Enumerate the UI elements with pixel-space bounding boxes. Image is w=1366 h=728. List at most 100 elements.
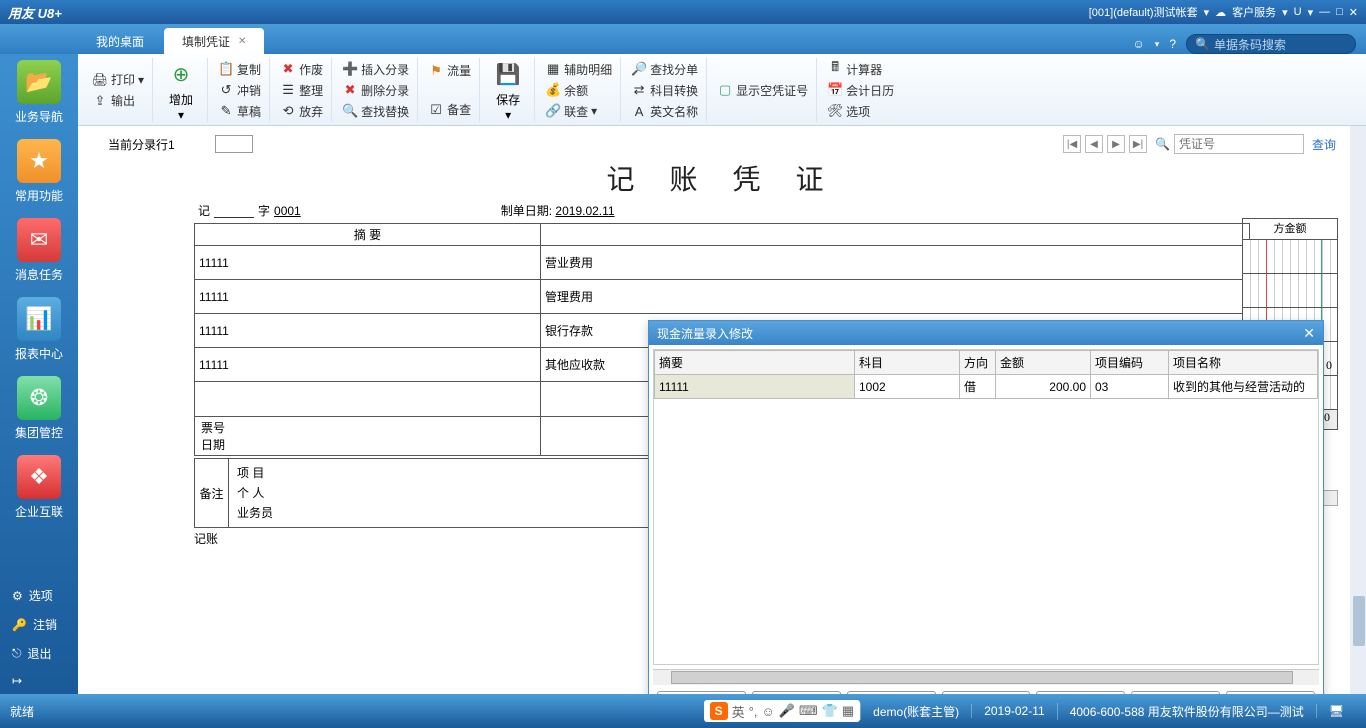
cell-pname[interactable]: 收到的其他与经营活动的	[1169, 375, 1318, 399]
find-replace-button[interactable]: 🔍查找替换	[338, 101, 413, 122]
barcode-search[interactable]: 🔍 单据条码搜索	[1186, 34, 1356, 54]
insert-row-button[interactable]: 插行	[942, 691, 1031, 694]
aux-detail-button[interactable]: ▦辅助明细	[541, 59, 616, 80]
title-bar: 用友 U8+ [001](default)测试帐套 ▾ ☁ 客户服务 ▾ U ▾…	[0, 0, 1366, 24]
maximize-icon[interactable]: □	[1336, 6, 1343, 18]
option-button[interactable]: 🛠选项	[823, 101, 898, 122]
ime-keyboard-icon[interactable]: ⌨	[799, 703, 818, 719]
left-sidebar: 📂业务导航 ★常用功能 ✉消息任务 📊报表中心 ❂集团管控 ❖企业互联 ⚙选项 …	[0, 54, 78, 694]
help-icon[interactable]: ?	[1169, 37, 1176, 51]
nav-enterprise[interactable]: ❖企业互联	[9, 455, 69, 520]
flow-button[interactable]: ⚑流量	[424, 60, 475, 81]
sidebar-collapse[interactable]: ↦	[0, 668, 78, 694]
th-project-name[interactable]: 项目名称	[1169, 351, 1318, 375]
entry-row[interactable]: 11111管理费用	[195, 280, 1249, 314]
sidebar-exit[interactable]: ⎋退出	[0, 639, 78, 668]
first-record-button[interactable]: |◀	[1063, 135, 1081, 153]
tab-close-icon[interactable]: ✕	[238, 36, 246, 47]
nav-business[interactable]: 📂业务导航	[9, 60, 69, 125]
th-summary[interactable]: 摘要	[655, 351, 855, 375]
ime-bar[interactable]: S 英 °, ☺ 🎤 ⌨ 👕 ▦	[704, 700, 861, 722]
next-record-button[interactable]: ▶	[1107, 135, 1125, 153]
dialog-hscrollbar[interactable]	[653, 669, 1319, 685]
status-company: 4006-600-588 用友软件股份有限公司—测试	[1057, 703, 1316, 720]
ime-punct-icon[interactable]: °,	[749, 704, 758, 719]
nav-messages[interactable]: ✉消息任务	[9, 218, 69, 283]
th-direction[interactable]: 方向	[960, 351, 996, 375]
calculator-button[interactable]: 🖩计算器	[823, 59, 898, 80]
ime-mic-icon[interactable]: 🎤	[779, 703, 795, 719]
saveas-relation-button[interactable]: 另存取数关系	[657, 691, 746, 694]
close-icon[interactable]: ✕	[1349, 6, 1358, 19]
delete-row-button[interactable]: 删行	[1036, 691, 1125, 694]
support-icon[interactable]: ☁	[1215, 6, 1226, 19]
draft-button[interactable]: ✎草稿	[214, 101, 265, 122]
joint-query-button[interactable]: 🔗联查 ▾	[541, 101, 616, 122]
tab-voucher-entry[interactable]: 填制凭证✕	[164, 28, 264, 54]
output-button[interactable]: ⇪输出	[88, 90, 148, 111]
cell-direction[interactable]: 借	[960, 375, 996, 399]
refetch-button[interactable]: 重新取数	[752, 691, 841, 694]
entry-row[interactable]: 11111营业费用	[195, 246, 1249, 280]
flow-icon: ⚑	[428, 63, 444, 79]
cancel-button[interactable]: 取消	[1226, 691, 1315, 694]
voucher-no-search[interactable]	[1174, 134, 1304, 154]
cell-summary[interactable]: 11111	[655, 375, 855, 399]
sidebar-logout[interactable]: 🔑注销	[0, 610, 78, 639]
abandon-button[interactable]: ⟲放弃	[276, 101, 327, 122]
smiley-dropdown-icon[interactable]: ▾	[1155, 39, 1160, 50]
cell-pcode[interactable]: 03	[1091, 375, 1169, 399]
save-button[interactable]: 💾保存 ▾	[486, 57, 530, 124]
link-icon: ❖	[17, 455, 61, 499]
service-dropdown-icon[interactable]: ▾	[1282, 6, 1288, 19]
help-dropdown-icon[interactable]: ▾	[1308, 6, 1314, 19]
cell-amount[interactable]: 200.00	[996, 375, 1091, 399]
ime-skin-icon[interactable]: 👕	[822, 703, 838, 719]
show-empty-button[interactable]: ▢显示空凭证号	[713, 80, 812, 101]
th-project-code[interactable]: 项目编码	[1091, 351, 1169, 375]
tab-desktop[interactable]: 我的桌面	[78, 28, 162, 54]
cell-subject[interactable]: 1002	[855, 375, 960, 399]
delete-entry-button[interactable]: ✖删除分录	[338, 80, 413, 101]
offset-button[interactable]: ↺冲销	[214, 80, 265, 101]
th-subject[interactable]: 科目	[855, 351, 960, 375]
print-button[interactable]: 🖨打印 ▾	[88, 69, 148, 90]
dialog-close-icon[interactable]: ✕	[1303, 325, 1315, 342]
balance-button[interactable]: 💰余额	[541, 80, 616, 101]
ime-smile-icon[interactable]: ☺	[761, 704, 774, 719]
customer-service[interactable]: 客户服务	[1232, 4, 1276, 20]
subject-trans-button[interactable]: ⇄科目转换	[627, 80, 702, 101]
sidebar-options[interactable]: ⚙选项	[0, 581, 78, 610]
ime-lang[interactable]: 英	[732, 702, 745, 721]
ok-button[interactable]: 确定	[1131, 691, 1220, 694]
insert-entry-button[interactable]: ➕插入分录	[338, 59, 413, 80]
vertical-scrollbar[interactable]	[1350, 126, 1366, 694]
find-bill-button[interactable]: 🔎查找分单	[627, 59, 702, 80]
u-menu[interactable]: U	[1294, 6, 1302, 18]
nav-common[interactable]: ★常用功能	[9, 139, 69, 204]
english-name-button[interactable]: A英文名称	[627, 101, 702, 122]
nav-group[interactable]: ❂集团管控	[9, 376, 69, 441]
void-button[interactable]: ✖作废	[276, 59, 327, 80]
cashflow-row[interactable]: 11111 1002 借 200.00 03 收到的其他与经营活动的	[655, 375, 1318, 399]
copy-button[interactable]: 📋复制	[214, 59, 265, 80]
add-row-button[interactable]: 增行	[847, 691, 936, 694]
current-line-input[interactable]	[215, 135, 253, 153]
account-dropdown-icon[interactable]: ▾	[1204, 6, 1210, 19]
th-amount[interactable]: 金额	[996, 351, 1091, 375]
prev-record-button[interactable]: ◀	[1085, 135, 1103, 153]
audit-button[interactable]: ☑备查	[424, 99, 475, 120]
minimize-icon[interactable]: —	[1319, 6, 1330, 18]
search-icon: 🔍	[1155, 137, 1170, 151]
dialog-titlebar[interactable]: 现金流量录入修改 ✕	[649, 321, 1323, 345]
ime-settings-icon[interactable]: ▦	[842, 703, 854, 719]
smiley-icon[interactable]: ☺	[1133, 37, 1145, 51]
status-monitor-icon[interactable]: 🖥	[1316, 704, 1356, 718]
add-button[interactable]: ⊕增加 ▾	[159, 57, 203, 124]
organize-button[interactable]: ☰整理	[276, 80, 327, 101]
calendar-button[interactable]: 📅会计日历	[823, 80, 898, 101]
voucher-prefix-input[interactable]	[214, 203, 254, 218]
last-record-button[interactable]: ▶|	[1129, 135, 1147, 153]
nav-reports[interactable]: 📊报表中心	[9, 297, 69, 362]
query-link[interactable]: 查询	[1312, 136, 1336, 153]
